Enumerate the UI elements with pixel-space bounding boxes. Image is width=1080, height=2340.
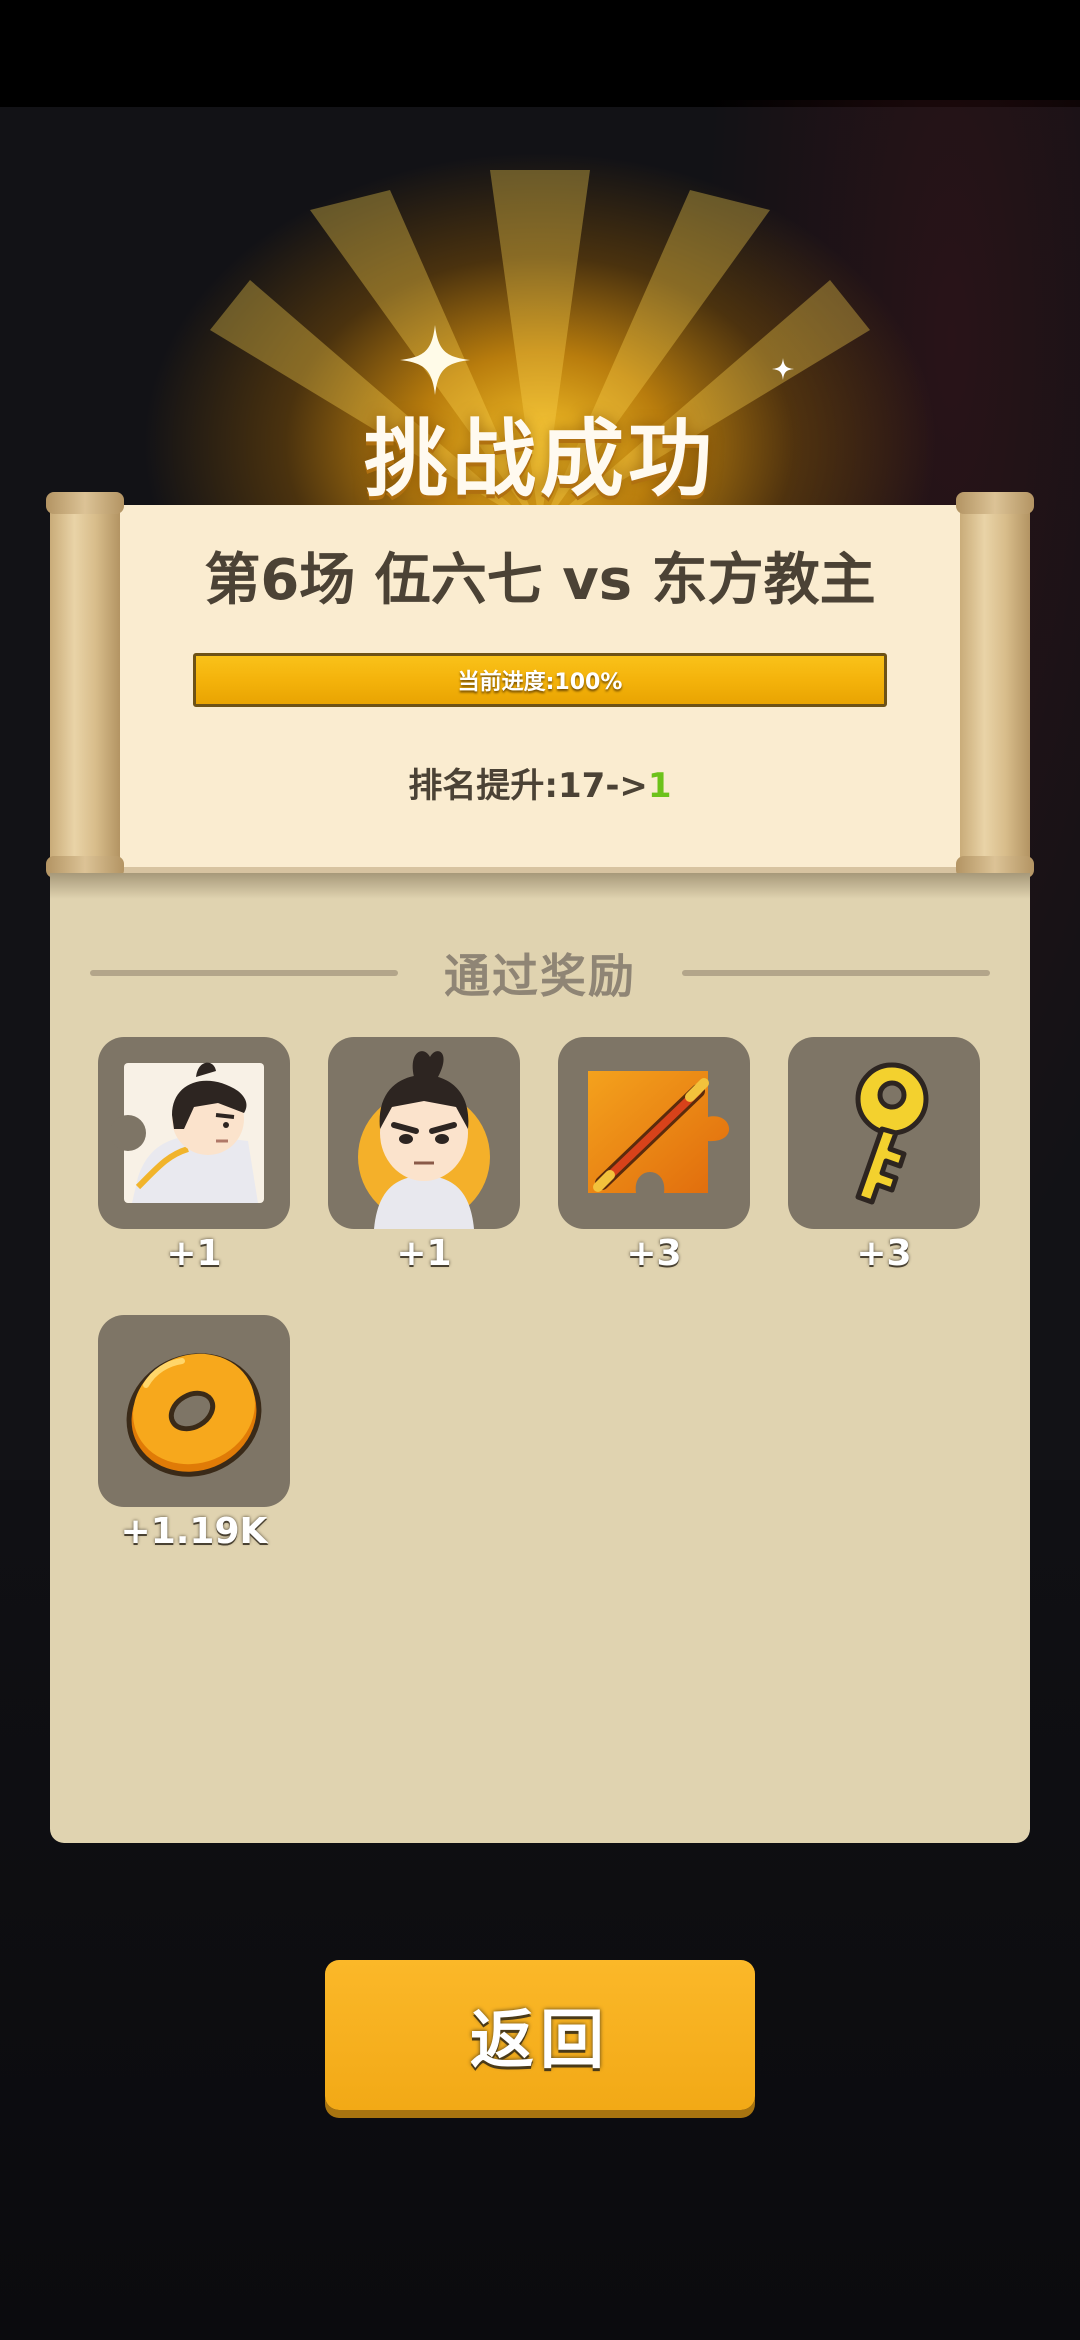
status-bar: [0, 0, 1080, 107]
reward-item[interactable]: +3: [788, 1037, 980, 1274]
reward-heading: 通过奖励: [444, 949, 636, 1003]
rank-change-label: 排名提升:17->: [408, 766, 648, 806]
back-button[interactable]: 返回: [325, 1960, 755, 2110]
reward-item[interactable]: +1: [328, 1037, 520, 1274]
divider-right: [682, 970, 990, 976]
scroll-roller-right: [956, 492, 1034, 878]
gold-coin-icon: [126, 1353, 262, 1477]
reward-tile[interactable]: [98, 1037, 290, 1229]
rank-new-value: 1: [647, 766, 672, 806]
reward-count: +1: [166, 1233, 222, 1274]
rank-change: 排名提升:17->1: [120, 758, 960, 807]
match-title: 第6场 伍六七 vs 东方教主: [204, 548, 876, 613]
reward-item[interactable]: +1: [98, 1037, 290, 1274]
reward-count: +1: [396, 1233, 452, 1274]
reward-item[interactable]: +1.19K: [98, 1315, 290, 1552]
reward-tile[interactable]: [788, 1037, 980, 1229]
scroll-roller-left: [46, 492, 124, 878]
victory-title: 挑战成功: [363, 410, 716, 508]
sparkle-small-icon: [772, 358, 794, 380]
character-avatar-icon: [358, 1051, 490, 1229]
victory-screen: 挑战成功 第6场 伍六七 vs 东方教主 当前进度:100% 排名提升:17->…: [0, 0, 1080, 2340]
character-portrait-fragment-icon: [110, 1062, 264, 1203]
reward-tile[interactable]: [328, 1037, 520, 1229]
reward-tile[interactable]: [98, 1315, 290, 1507]
sparkle-icon: [400, 325, 470, 395]
reward-count: +1.19K: [120, 1511, 268, 1552]
divider-left: [90, 970, 398, 976]
reward-tile[interactable]: [558, 1037, 750, 1229]
reward-count: +3: [856, 1233, 912, 1274]
reward-item[interactable]: +3: [558, 1037, 750, 1274]
progress-bar: 当前进度:100%: [193, 653, 887, 707]
progress-label: 当前进度:100%: [457, 670, 623, 695]
weapon-puzzle-fragment-icon: [588, 1071, 730, 1193]
reward-count: +3: [626, 1233, 682, 1274]
golden-key-icon: [855, 1062, 929, 1205]
